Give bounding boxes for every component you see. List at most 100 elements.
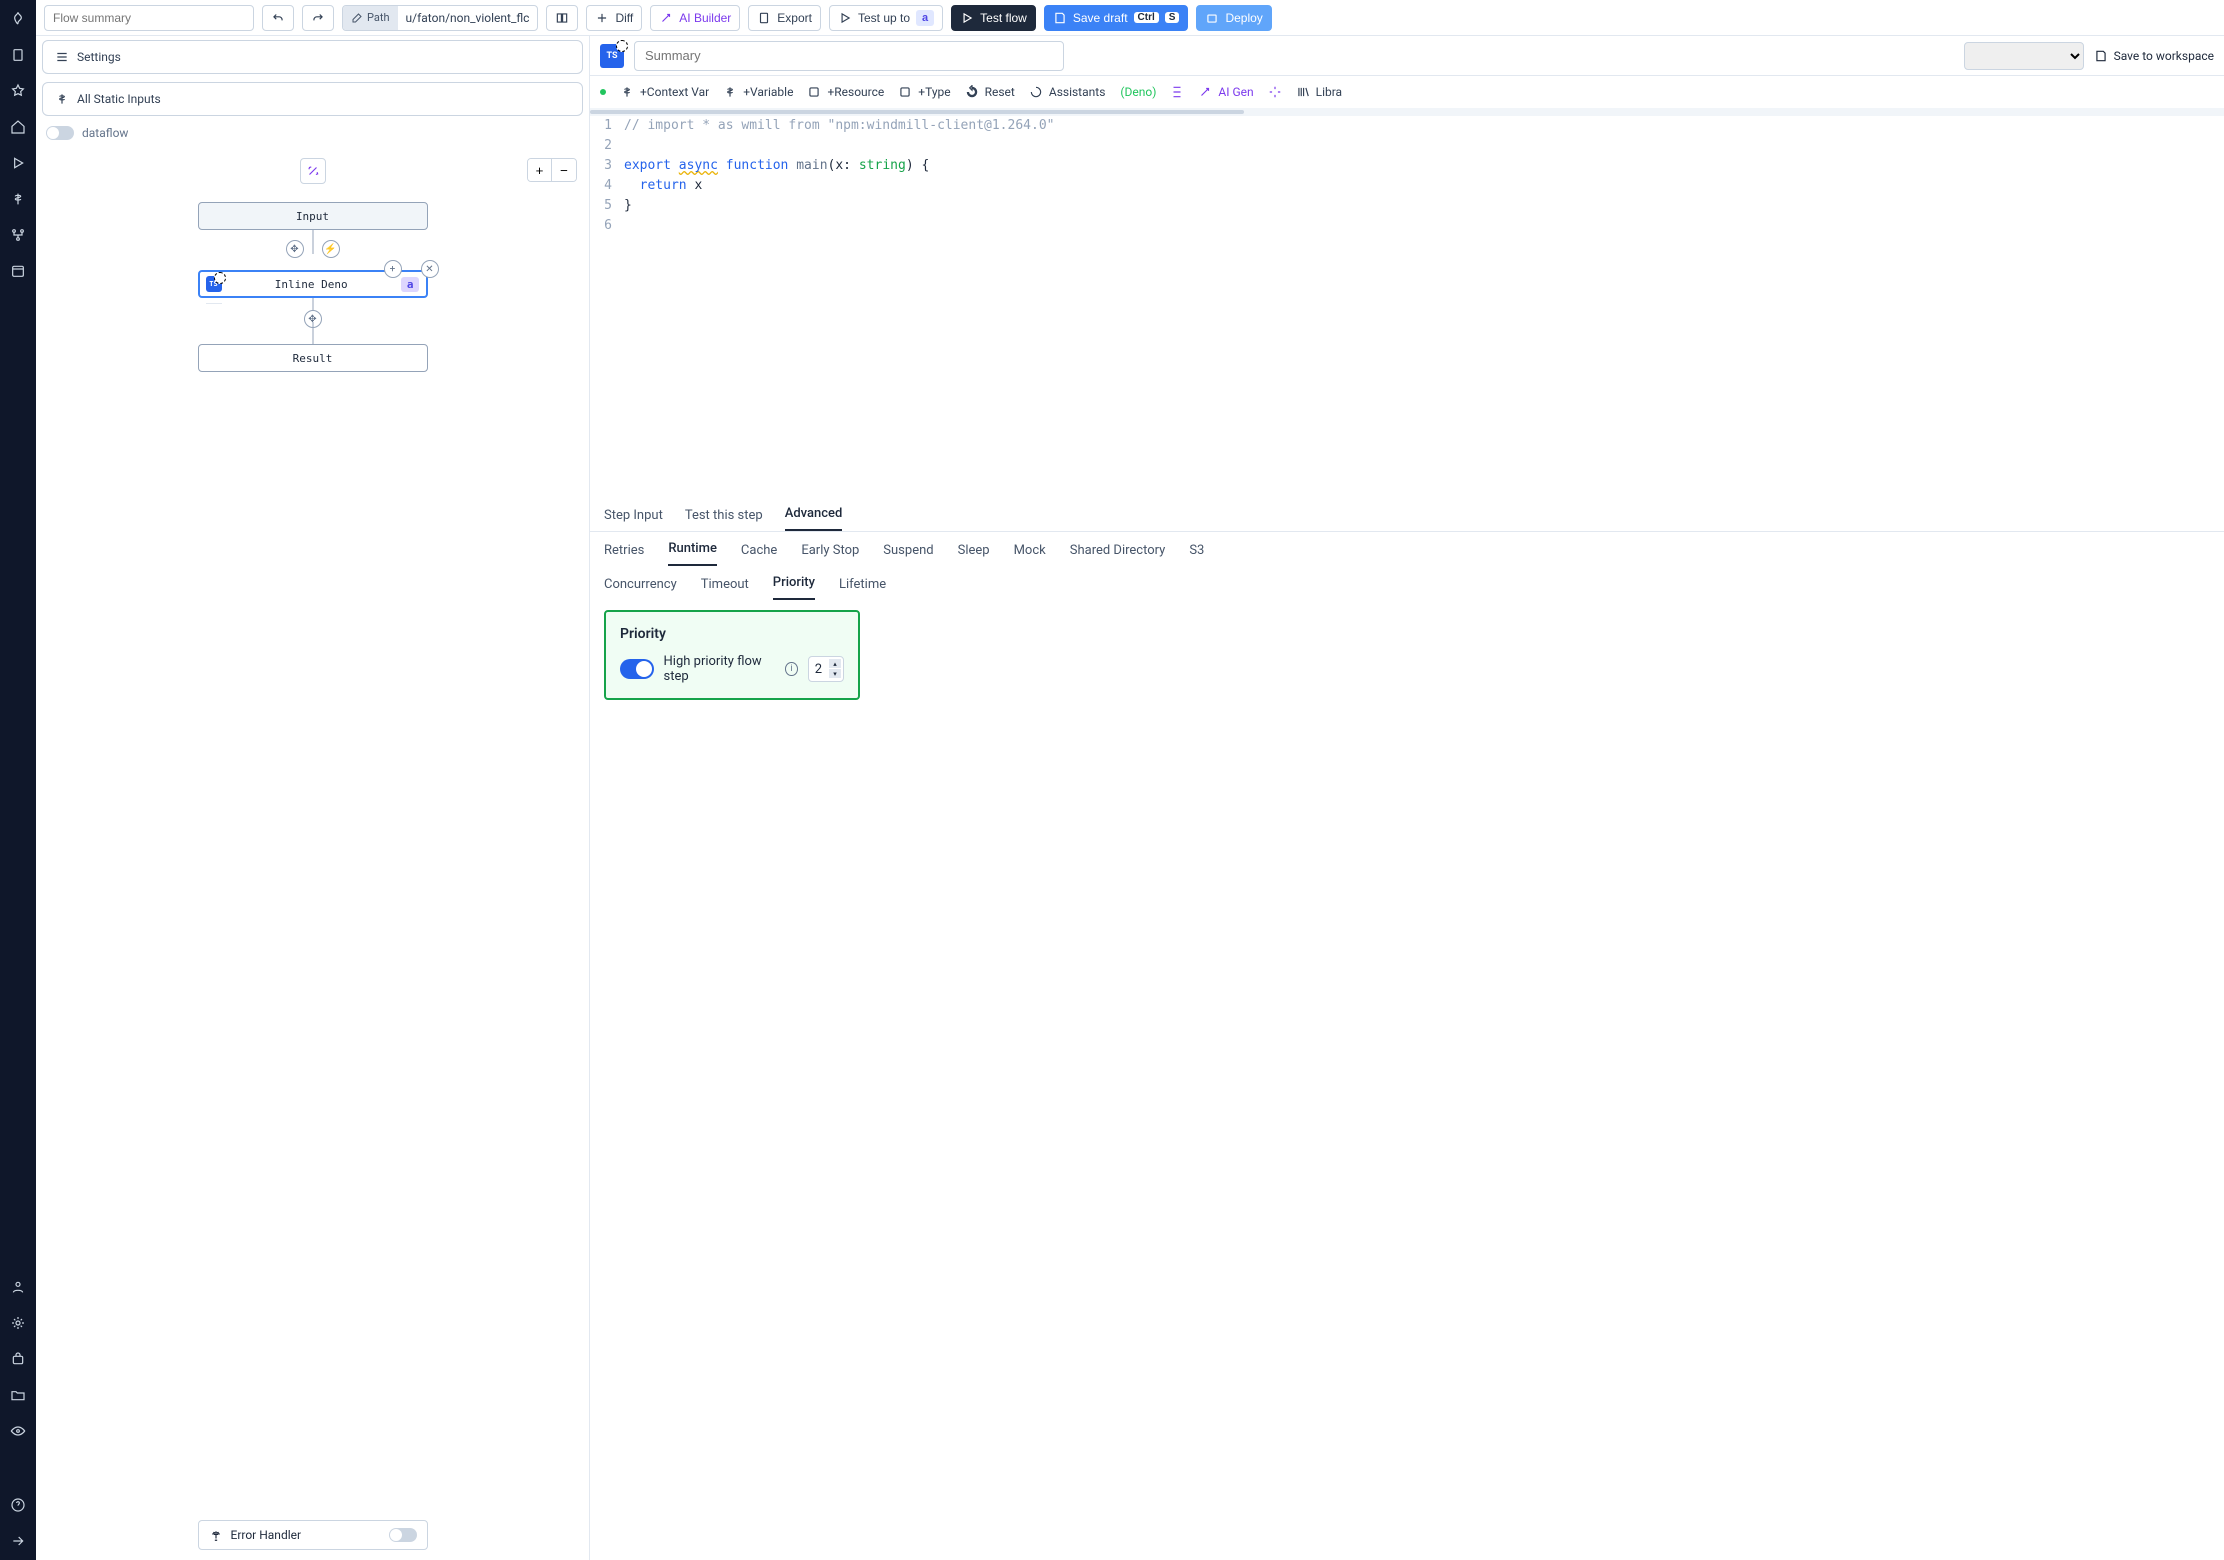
input-node[interactable]: Input — [198, 202, 428, 230]
resource-button[interactable]: +Resource — [807, 85, 884, 99]
tab-s3[interactable]: S3 — [1189, 543, 1204, 566]
redo-button[interactable] — [302, 5, 334, 31]
connector — [312, 322, 313, 344]
settings-row[interactable]: Settings — [42, 40, 583, 74]
tab-step-input[interactable]: Step Input — [604, 508, 663, 531]
all-static-inputs-row[interactable]: All Static Inputs — [42, 82, 583, 116]
tab-lifetime[interactable]: Lifetime — [839, 577, 886, 600]
tab-advanced[interactable]: Advanced — [785, 506, 843, 531]
tab-concurrency[interactable]: Concurrency — [604, 577, 677, 600]
tab-shared-directory[interactable]: Shared Directory — [1070, 543, 1166, 566]
priority-stepper[interactable]: ▴▾ — [829, 659, 841, 678]
dollar-icon[interactable] — [9, 190, 27, 208]
tab-retries[interactable]: Retries — [604, 543, 644, 566]
sparkle-button[interactable] — [1268, 85, 1282, 99]
format-button[interactable] — [1170, 85, 1184, 99]
save-to-workspace-button[interactable]: Save to workspace — [2094, 49, 2214, 63]
add-step-button[interactable]: ✥ — [286, 240, 304, 258]
nodes-icon[interactable] — [9, 226, 27, 244]
type-button[interactable]: +Type — [898, 85, 950, 99]
flow-summary-input[interactable] — [44, 5, 254, 31]
ai-builder-button[interactable]: AI Builder — [650, 5, 740, 31]
priority-value-input[interactable]: 2 ▴▾ — [808, 656, 844, 682]
zoom-out-button[interactable]: − — [552, 159, 576, 181]
editor-pane: TS Save to workspace +Context Var +Varia… — [590, 36, 2224, 1560]
user-icon[interactable] — [9, 1278, 27, 1296]
library-button[interactable]: Libra — [1296, 85, 1342, 99]
line-gutter: 123456 — [590, 116, 620, 496]
test-up-to-button[interactable]: Test up toa — [829, 5, 943, 31]
variable-button[interactable]: +Variable — [723, 85, 793, 99]
step-delete-button[interactable]: ✕ — [421, 260, 439, 278]
tab-mock[interactable]: Mock — [1014, 543, 1046, 566]
priority-card: Priority High priority flow step i 2 ▴▾ — [604, 610, 860, 700]
context-var-button[interactable]: +Context Var — [620, 85, 709, 99]
zoom-in-button[interactable]: + — [528, 159, 552, 181]
path-value: u/faton/non_violent_flc — [398, 11, 538, 25]
test-up-to-badge: a — [916, 10, 934, 26]
test-flow-button[interactable]: Test flow — [951, 5, 1036, 31]
high-priority-toggle[interactable] — [620, 659, 654, 679]
tab-test-this-step[interactable]: Test this step — [685, 508, 763, 531]
editor-header: TS Save to workspace — [590, 36, 2224, 76]
dataflow-toggle[interactable] — [46, 126, 74, 140]
undo-button[interactable] — [262, 5, 294, 31]
result-node[interactable]: Result — [198, 344, 428, 372]
save-draft-button[interactable]: Save draftCtrlS — [1044, 5, 1189, 31]
editor-toolbar: +Context Var +Variable +Resource +Type R… — [590, 76, 2224, 108]
dataflow-toggle-row: dataflow — [36, 120, 589, 146]
tab-cache[interactable]: Cache — [741, 543, 777, 566]
step-tabs: Step Input Test this step Advanced — [590, 496, 2224, 532]
bag-icon[interactable] — [9, 1350, 27, 1368]
flow-canvas[interactable]: + − Input ✥ ⚡ TS Inline Deno a + ✕ — [36, 146, 589, 1560]
book-button[interactable] — [546, 5, 578, 31]
code-editor[interactable]: 123456 // import * as wmill from "npm:wi… — [590, 116, 2224, 496]
error-handler-toggle[interactable] — [389, 1528, 417, 1542]
zoom-controls: + − — [527, 158, 577, 182]
advanced-tabs-2: Concurrency Timeout Priority Lifetime — [590, 566, 2224, 600]
tab-suspend[interactable]: Suspend — [883, 543, 933, 566]
collapse-icon[interactable] — [9, 1532, 27, 1550]
notebook-icon[interactable] — [9, 46, 27, 64]
play-icon[interactable] — [9, 154, 27, 172]
branch-button[interactable]: ⚡ — [322, 240, 340, 258]
main-sidebar — [0, 0, 36, 1560]
diff-button[interactable]: Diff — [586, 5, 642, 31]
step-summary-input[interactable] — [634, 41, 1064, 71]
info-icon[interactable]: i — [785, 662, 798, 676]
error-handler-row[interactable]: Error Handler — [198, 1520, 428, 1550]
reset-button[interactable]: Reset — [965, 85, 1015, 99]
calendar-icon[interactable] — [9, 262, 27, 280]
wand-button[interactable] — [300, 158, 326, 184]
dataflow-label: dataflow — [82, 126, 128, 140]
tab-timeout[interactable]: Timeout — [701, 577, 749, 600]
tab-runtime[interactable]: Runtime — [668, 541, 717, 566]
path-chip[interactable]: Path u/faton/non_violent_flc — [342, 5, 538, 31]
tab-priority[interactable]: Priority — [773, 575, 815, 600]
ai-gen-button[interactable]: AI Gen — [1198, 85, 1253, 99]
code-content[interactable]: // import * as wmill from "npm:windmill-… — [620, 116, 2224, 496]
step-add-button[interactable]: + — [384, 260, 402, 278]
gear-icon[interactable] — [9, 1314, 27, 1332]
logo-icon[interactable] — [9, 10, 27, 28]
assistants-button[interactable]: Assistants (Deno) — [1029, 85, 1157, 99]
deploy-button[interactable]: Deploy — [1196, 5, 1271, 31]
high-priority-label: High priority flow step — [664, 654, 776, 684]
star-icon[interactable] — [9, 82, 27, 100]
export-button[interactable]: Export — [748, 5, 821, 31]
help-icon[interactable] — [9, 1496, 27, 1514]
ts-icon: TS — [600, 44, 624, 68]
advanced-tabs-1: Retries Runtime Cache Early Stop Suspend… — [590, 532, 2224, 566]
tab-early-stop[interactable]: Early Stop — [801, 543, 859, 566]
flow-canvas-pane: Settings All Static Inputs dataflow + − … — [36, 36, 590, 1560]
editor-h-scrollbar[interactable] — [590, 108, 2224, 116]
language-select[interactable] — [1964, 42, 2084, 70]
folder-icon[interactable] — [9, 1386, 27, 1404]
step-node-label: Inline Deno — [275, 278, 348, 291]
topbar: Path u/faton/non_violent_flc Diff AI Bui… — [36, 0, 2224, 36]
home-icon[interactable] — [9, 118, 27, 136]
path-label-text: Path — [367, 11, 390, 24]
tab-sleep[interactable]: Sleep — [958, 543, 990, 566]
status-dot — [600, 89, 606, 95]
eye-icon[interactable] — [9, 1422, 27, 1440]
